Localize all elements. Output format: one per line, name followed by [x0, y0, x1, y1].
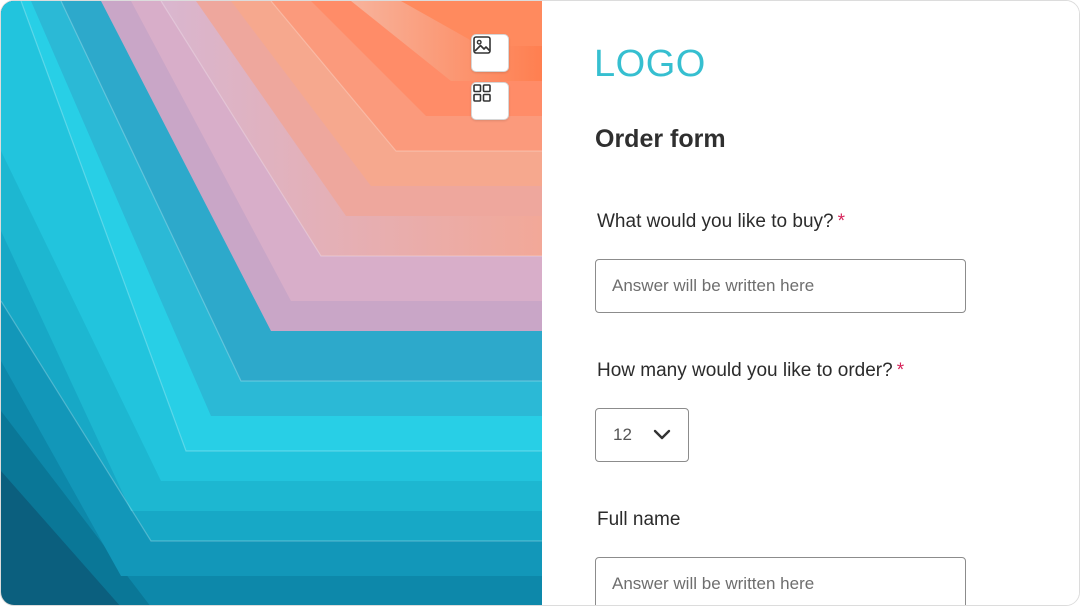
form-panel: LOGO Order form What would you like to b…	[542, 1, 1079, 605]
question-label-full-name: Full name	[597, 509, 680, 531]
question-text: Full name	[597, 509, 681, 530]
question-label-quantity: How many would you like to order? *	[597, 360, 904, 382]
full-name-input[interactable]	[595, 557, 966, 605]
chevron-down-icon	[653, 429, 671, 440]
change-image-button[interactable]	[471, 34, 509, 72]
question-text: How many would you like to order?	[597, 360, 893, 381]
question-text: What would you like to buy?	[597, 211, 834, 232]
logo[interactable]: LOGO	[594, 43, 706, 86]
question-label-item: What would you like to buy? *	[597, 211, 845, 233]
layered-paper-graphic	[1, 1, 542, 605]
item-answer-input[interactable]	[595, 259, 966, 313]
change-layout-button[interactable]	[471, 82, 509, 120]
quantity-select[interactable]: 12	[595, 408, 689, 462]
form-title[interactable]: Order form	[595, 125, 726, 154]
required-asterisk: *	[896, 360, 905, 381]
form-editor-frame: LOGO Order form What would you like to b…	[0, 0, 1080, 606]
quantity-selected-value: 12	[613, 425, 632, 444]
cover-image	[1, 1, 542, 605]
required-asterisk: *	[837, 211, 845, 232]
layout-grid-icon	[473, 84, 491, 102]
image-icon	[473, 36, 491, 54]
